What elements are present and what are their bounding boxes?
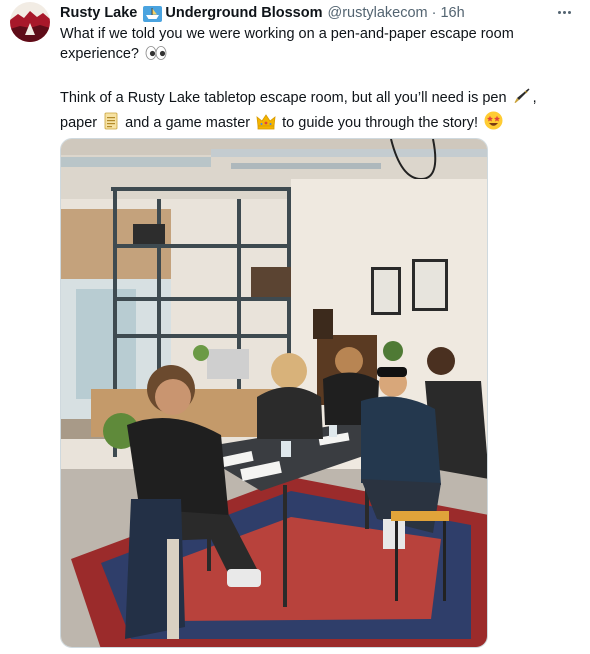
more-options-icon[interactable] [552, 3, 576, 21]
tweet-header: Rusty Lake Underground Blossom @rustylak… [60, 2, 556, 24]
tweet-line: What if we told you we were working on a… [60, 26, 514, 42]
tweet-line: Think of a Rusty Lake tabletop escape ro… [60, 87, 560, 111]
tweet-text-segment: experience? [60, 46, 139, 62]
tweet-text: What if we told you we were working on a… [60, 24, 560, 136]
star-struck-icon [484, 111, 503, 136]
tweet-text-segment: to guide you through the story! [282, 115, 479, 131]
tweet-text-segment: Think of a Rusty Lake tabletop escape ro… [60, 90, 507, 106]
author-name[interactable]: Rusty Lake [60, 5, 137, 21]
author-handle[interactable]: @rustylakecom [327, 5, 427, 21]
fountain-pen-icon [513, 87, 531, 111]
avatar[interactable] [10, 2, 50, 42]
author-name-suffix[interactable]: Underground Blossom [165, 5, 322, 21]
tweet-line: experience? [60, 44, 560, 67]
separator-dot: · [431, 5, 437, 21]
eyes-icon [145, 45, 167, 67]
boat-icon [143, 6, 163, 22]
tweet-line: paper and a game master to guide you thr… [60, 111, 560, 136]
page-facing-up-icon [103, 112, 119, 136]
tweet-text-segment: , [532, 90, 537, 106]
tweet-text-segment: and a game master [125, 115, 251, 131]
tweet-photo[interactable] [60, 138, 488, 648]
tweet[interactable]: Rusty Lake Underground Blossom @rustylak… [0, 0, 590, 654]
timestamp[interactable]: 16h [440, 5, 464, 21]
tweet-text-segment: paper [60, 115, 98, 131]
crown-icon [256, 114, 276, 136]
